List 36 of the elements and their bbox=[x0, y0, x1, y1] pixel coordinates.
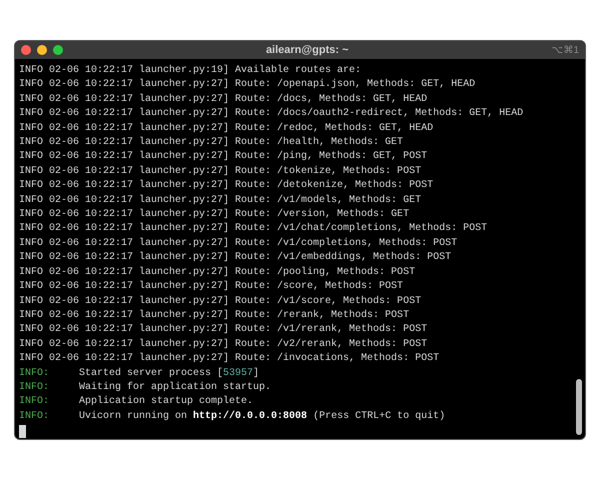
log-line: INFO 02-06 10:22:17 launcher.py:27] Route: /v1/score, Methods: POST bbox=[19, 294, 422, 308]
log-line: INFO 02-06 10:22:17 launcher.py:27] Route: /version, Methods: GET bbox=[19, 208, 410, 222]
log-line: INFO 02-06 10:22:17 launcher.py:27] Route: /invocations, Methods: POST bbox=[19, 352, 440, 366]
log-line: INFO 02-06 10:22:17 launcher.py:27] Route: /v1/embeddings, Methods: POST bbox=[19, 251, 452, 266]
log-line: INFO 02-06 10:22:17 launcher.py:27] Route: /v2/rerank, Methods: POST bbox=[19, 338, 428, 352]
log-message: Uvicorn running on http://0.0.0.0:8008 (Press CTRL+C to quit) bbox=[79, 410, 446, 424]
log-level: INFO: bbox=[19, 380, 50, 395]
log-message: Started server process [53957] bbox=[79, 366, 260, 381]
close-button[interactable] bbox=[21, 45, 31, 55]
log-message: Waiting for application startup. bbox=[79, 380, 272, 395]
log-line: INFO 02-06 10:22:17 launcher.py:27] Route: /redoc, Methods: GET, HEAD bbox=[19, 122, 434, 136]
log-message: Application startup complete. bbox=[79, 395, 254, 410]
text-cursor bbox=[19, 425, 26, 438]
log-line: INFO 02-06 10:22:17 launcher.py:27] Route: /v1/models, Methods: GET bbox=[19, 194, 422, 208]
log-line: INFO 02-06 10:22:17 launcher.py:27] Route: /rerank, Methods: POST bbox=[19, 308, 410, 323]
scrollbar-thumb[interactable] bbox=[576, 379, 582, 435]
log-level: INFO: bbox=[19, 410, 50, 424]
log-line: INFO 02-06 10:22:17 launcher.py:27] Route: /docs/oauth2-redirect, Methods: GET, HEAD bbox=[19, 107, 524, 122]
log-line: INFO 02-06 10:22:17 launcher.py:27] Route: /score, Methods: POST bbox=[19, 280, 404, 294]
log-line: INFO 02-06 10:22:17 launcher.py:27] Route: /health, Methods: GET bbox=[19, 136, 404, 150]
log-line: INFO 02-06 10:22:17 launcher.py:19] Available routes are: bbox=[19, 64, 362, 78]
log-level: INFO: bbox=[19, 366, 50, 381]
log-line: INFO 02-06 10:22:17 launcher.py:27] Route: /docs, Methods: GET, HEAD bbox=[19, 92, 428, 107]
window-title: ailearn@gpts: ~ bbox=[264, 42, 350, 58]
log-line: INFO 02-06 10:22:17 launcher.py:27] Route: /v1/chat/completions, Methods: POST bbox=[19, 222, 488, 236]
minimize-button[interactable] bbox=[37, 45, 47, 55]
log-level: INFO: bbox=[19, 395, 50, 410]
log-line: INFO 02-06 10:22:17 launcher.py:27] Route: /detokenize, Methods: POST bbox=[19, 179, 434, 194]
shortcut-label: ⌥⌘1 bbox=[551, 44, 579, 58]
log-line: INFO 02-06 10:22:17 launcher.py:27] Route: /pooling, Methods: POST bbox=[19, 266, 416, 280]
zoom-button[interactable] bbox=[53, 45, 63, 55]
log-line: INFO 02-06 10:22:17 launcher.py:27] Route: /v1/rerank, Methods: POST bbox=[19, 323, 428, 338]
log-line: INFO 02-06 10:22:17 launcher.py:27] Route: /tokenize, Methods: POST bbox=[19, 164, 422, 179]
log-line: INFO 02-06 10:22:17 launcher.py:27] Route: /v1/completions, Methods: POST bbox=[19, 236, 458, 251]
log-line: INFO 02-06 10:22:17 launcher.py:27] Route: /openapi.json, Methods: GET, HEAD bbox=[19, 78, 476, 92]
log-line: INFO 02-06 10:22:17 launcher.py:27] Route: /ping, Methods: GET, POST bbox=[19, 150, 428, 164]
